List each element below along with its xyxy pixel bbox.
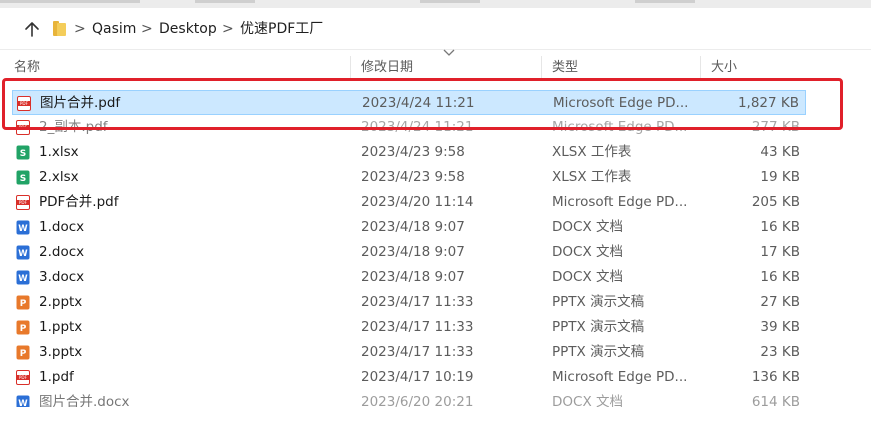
word-icon: W [16, 270, 30, 285]
svg-text:W: W [18, 274, 28, 284]
word-icon: W [16, 220, 30, 235]
svg-text:P: P [20, 349, 27, 359]
up-arrow-icon[interactable] [22, 19, 42, 39]
ppt-icon: P [16, 320, 30, 335]
file-size: 17 KB [760, 244, 800, 260]
file-name: 2.xlsx [39, 169, 79, 185]
top-strip-segment [420, 0, 480, 3]
file-date: 2023/4/23 9:58 [361, 169, 465, 185]
top-strip-segment [635, 0, 695, 3]
file-date: 2023/4/18 9:07 [361, 269, 465, 285]
sort-chevron-icon[interactable] [443, 49, 455, 57]
file-name: PDF合并.pdf [39, 194, 119, 210]
file-row[interactable]: W 1.docx 2023/4/18 9:07 DOCX 文档 16 KB [12, 215, 806, 240]
top-strip-segment [195, 0, 255, 3]
file-type: Microsoft Edge PD... [552, 369, 688, 385]
breadcrumb-separator: > [74, 21, 86, 37]
window-top-strip [0, 0, 871, 8]
file-name: 1.pptx [39, 319, 83, 335]
breadcrumb-separator: > [141, 21, 153, 37]
bottom-edge [0, 407, 871, 423]
breadcrumb-qasim[interactable]: Qasim [92, 20, 136, 38]
file-row[interactable]: PDF 1.pdf 2023/4/17 10:19 Microsoft Edge PD… [12, 365, 806, 390]
file-type: DOCX 文档 [552, 219, 623, 235]
excel-icon: S [16, 170, 30, 185]
file-name: 1.xlsx [39, 144, 79, 160]
pdf-icon: PDF [16, 370, 30, 385]
top-strip-segment [0, 0, 140, 3]
pdf-icon: PDF [16, 195, 30, 210]
file-row[interactable]: S 1.xlsx 2023/4/23 9:58 XLSX 工作表 43 KB [12, 140, 806, 165]
file-date: 2023/4/18 9:07 [361, 244, 465, 260]
file-date: 2023/4/17 11:33 [361, 319, 474, 335]
svg-text:P: P [20, 324, 27, 334]
breadcrumb-desktop[interactable]: Desktop [159, 20, 217, 38]
svg-text:P: P [20, 299, 27, 309]
file-date: 2023/4/23 9:58 [361, 144, 465, 160]
file-size: 19 KB [760, 169, 800, 185]
svg-text:S: S [20, 149, 26, 159]
file-name: 2.docx [39, 244, 85, 260]
column-divider[interactable] [350, 56, 351, 80]
file-date: 2023/4/20 11:14 [361, 194, 474, 210]
word-icon: W [16, 245, 30, 260]
file-type: PPTX 演示文稿 [552, 294, 645, 310]
file-row[interactable]: W 3.docx 2023/4/18 9:07 DOCX 文档 16 KB [12, 265, 806, 290]
file-size: 23 KB [760, 344, 800, 360]
file-size: 39 KB [760, 319, 800, 335]
file-date: 2023/4/17 11:33 [361, 344, 474, 360]
column-header-name[interactable]: 名称 [14, 59, 40, 76]
svg-text:W: W [18, 249, 28, 259]
file-size: 136 KB [751, 369, 800, 385]
file-name: 1.docx [39, 219, 85, 235]
breadcrumb-separator: > [222, 21, 234, 37]
column-header-date[interactable]: 修改日期 [361, 59, 413, 76]
excel-icon: S [16, 145, 30, 160]
svg-text:PDF: PDF [19, 200, 28, 205]
svg-text:W: W [18, 224, 28, 234]
file-date: 2023/4/17 11:33 [361, 294, 474, 310]
file-type: XLSX 工作表 [552, 144, 632, 160]
column-divider[interactable] [541, 56, 542, 80]
ppt-icon: P [16, 345, 30, 360]
file-row[interactable]: P 3.pptx 2023/4/17 11:33 PPTX 演示文稿 23 KB [12, 340, 806, 365]
breadcrumb-current-folder[interactable]: 优速PDF工厂 [240, 20, 323, 38]
file-date: 2023/4/17 10:19 [361, 369, 474, 385]
file-row[interactable]: W 2.docx 2023/4/18 9:07 DOCX 文档 17 KB [12, 240, 806, 265]
file-row[interactable]: PDF PDF合并.pdf 2023/4/20 11:14 Microsoft Edg… [12, 190, 806, 215]
file-type: PPTX 演示文稿 [552, 319, 645, 335]
address-bar[interactable]: > Qasim > Desktop > 优速PDF工厂 [0, 9, 871, 50]
file-type: DOCX 文档 [552, 244, 623, 260]
file-type: PPTX 演示文稿 [552, 344, 645, 360]
file-name: 3.docx [39, 269, 85, 285]
file-date: 2023/4/18 9:07 [361, 219, 465, 235]
file-name: 3.pptx [39, 344, 83, 360]
file-type: DOCX 文档 [552, 269, 623, 285]
highlight-annotation-box [2, 78, 843, 130]
file-name: 2.pptx [39, 294, 83, 310]
file-row[interactable]: P 2.pptx 2023/4/17 11:33 PPTX 演示文稿 27 KB [12, 290, 806, 315]
column-header-size[interactable]: 大小 [711, 59, 737, 76]
folder-icon [53, 21, 66, 36]
column-header-type[interactable]: 类型 [552, 59, 578, 76]
file-size: 27 KB [760, 294, 800, 310]
svg-text:S: S [20, 174, 26, 184]
file-size: 16 KB [760, 269, 800, 285]
ppt-icon: P [16, 295, 30, 310]
file-size: 16 KB [760, 219, 800, 235]
file-type: XLSX 工作表 [552, 169, 632, 185]
file-size: 205 KB [751, 194, 800, 210]
file-type: Microsoft Edge PD... [552, 194, 688, 210]
file-name: 1.pdf [39, 369, 74, 385]
file-size: 43 KB [760, 144, 800, 160]
file-row[interactable]: S 2.xlsx 2023/4/23 9:58 XLSX 工作表 19 KB [12, 165, 806, 190]
column-divider[interactable] [700, 56, 701, 80]
svg-text:PDF: PDF [19, 375, 28, 380]
file-row[interactable]: P 1.pptx 2023/4/17 11:33 PPTX 演示文稿 39 KB [12, 315, 806, 340]
